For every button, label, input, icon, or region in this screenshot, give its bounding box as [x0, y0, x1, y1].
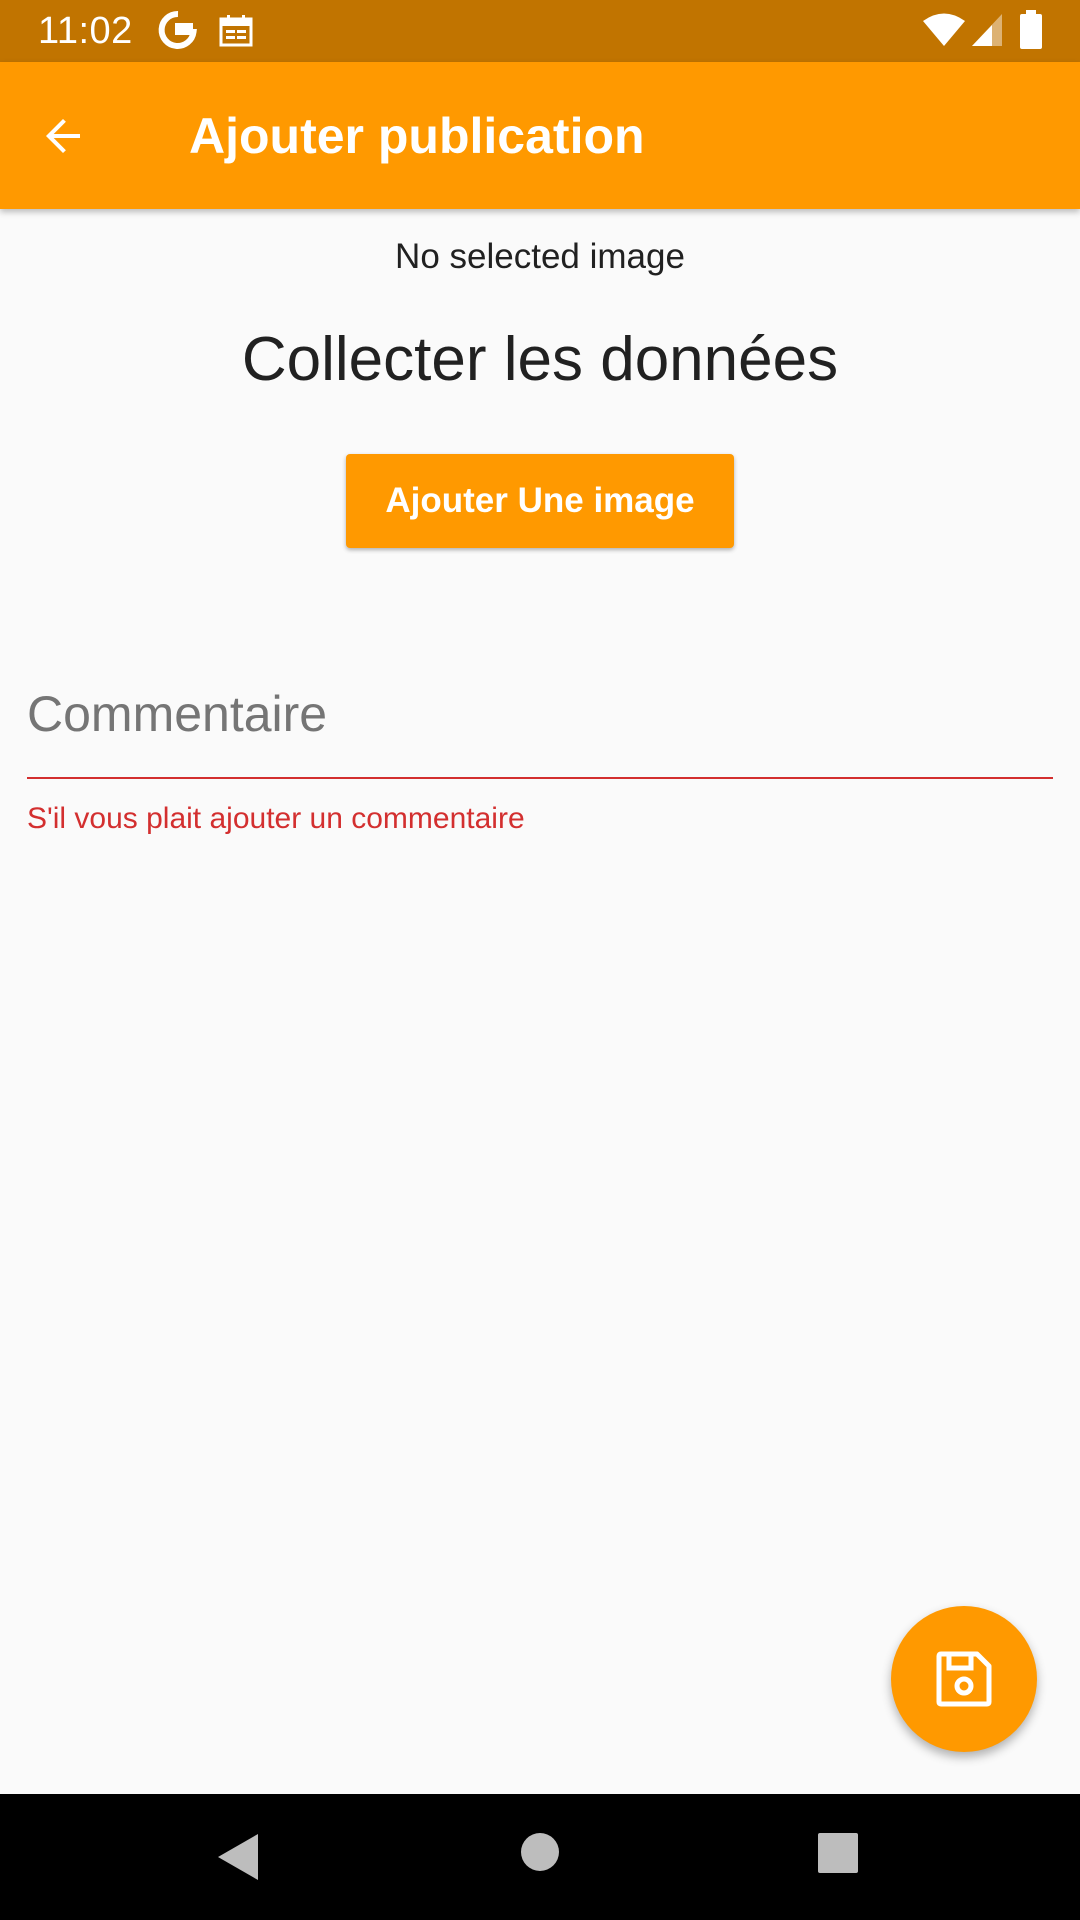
calendar-icon [219, 15, 253, 47]
section-title: Collecter les données [241, 325, 839, 394]
nav-home-icon[interactable] [520, 1832, 560, 1872]
comment-input[interactable] [27, 650, 1053, 778]
app-bar: Ajouter publication [0, 62, 1080, 209]
google-icon [158, 10, 197, 49]
save-icon [936, 1651, 992, 1707]
save-button[interactable] [891, 1606, 1037, 1752]
wifi-icon [923, 13, 965, 46]
signal-icon [972, 14, 1002, 46]
screen: 11:02 Ajouter publication No selected im… [0, 0, 1080, 1920]
page-title: Ajouter publication [189, 108, 645, 164]
status-bar: 11:02 [0, 0, 1080, 62]
arrow-back-icon [46, 119, 80, 153]
nav-back-icon[interactable] [214, 1832, 262, 1882]
nav-recents-icon[interactable] [817, 1832, 859, 1874]
add-image-button[interactable]: Ajouter Une image [346, 454, 734, 548]
back-button[interactable] [30, 102, 98, 170]
navigation-bar [0, 1794, 1080, 1920]
comment-field [27, 650, 1053, 780]
status-time: 11:02 [38, 10, 133, 52]
no-image-text: No selected image [395, 237, 685, 276]
battery-icon [1020, 10, 1042, 49]
comment-error-text: S'il vous plait ajouter un commentaire [27, 802, 525, 835]
comment-underline [27, 777, 1053, 779]
